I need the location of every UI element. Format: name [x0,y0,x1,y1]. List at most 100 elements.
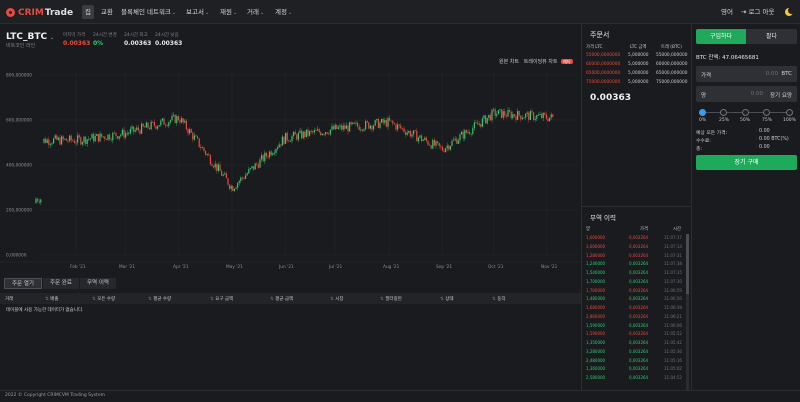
candle-down [494,109,496,116]
chevron-down-icon: ⌄ [171,10,177,16]
footer [0,390,800,402]
candle-up [261,155,263,160]
slider-knob-100[interactable] [786,109,793,116]
tab-open-orders[interactable]: 주문 열기 [4,278,42,289]
amount-unit: 장기 요양 [770,93,792,99]
trade-cell-time: 11:06:50 [664,296,682,302]
trade-cell-price: 0,003264 [629,322,649,328]
submit-buy-button[interactable]: 장기 구매 [696,155,797,170]
candle-down [368,122,370,129]
candle-down [185,120,187,130]
col-header-avg-amount[interactable]: ⇅ 평균 금액 [270,296,293,302]
nav-item-exchange[interactable]: 교환 [98,5,116,19]
col-header-filtered[interactable]: ⇅ 필터링된 [380,296,402,302]
price-field[interactable]: 가격 0.00 BTC [696,66,797,82]
brand-logo[interactable]: CRIM Trade [6,6,73,19]
orderbook-cell-price[interactable]: 55000,0000000 [586,53,620,62]
nav-item-trade[interactable]: 거래⌄ [244,5,267,19]
slider-knob-50[interactable] [742,109,749,116]
candle-down [323,133,325,135]
candle-down [515,116,517,120]
col-header-issued[interactable]: ⇅ 배출 [45,296,58,302]
candle-up [360,129,362,131]
candle-down [425,137,427,141]
candle-down [377,118,379,128]
price-chart[interactable]: 800,000000 600,000000 400,000000 200,000000… [0,52,581,274]
candle-down [187,129,189,134]
tab-trade-history[interactable]: 무역 이력 [80,278,116,289]
candle-down [267,156,269,158]
trade-cell-time: 11:05:52 [664,331,682,337]
col-header-action[interactable]: ⇅ 동작 [492,296,505,302]
candle-down [390,120,392,122]
stat-label-24h-high: 24시간 최고 [124,33,148,38]
amount-input[interactable]: 0.00 [751,91,763,97]
logout-button[interactable]: ⇥ 로그 아웃 [738,5,778,19]
candle-down [123,129,125,138]
candle-down [416,130,418,142]
candle-up [112,132,114,141]
candle-down [253,166,255,170]
trade-cell-price: 0,003264 [629,331,649,337]
col-header-all-qty[interactable]: ⇅ 모든 수량 [92,296,115,302]
candle-down [328,133,330,135]
nav-item-label: 집 [85,8,91,16]
amount-field[interactable]: 양 0.00 장기 요양 [696,86,797,102]
trade-cell-time: 11:05:02 [664,366,682,372]
col-header-market[interactable]: ⇅ 시장 [330,296,343,302]
col-header-avg-qty[interactable]: ⇅ 평균 수량 [148,296,171,302]
candle-up [507,110,509,117]
trade-history-scroll-thumb[interactable] [686,234,689,294]
moon-icon[interactable] [785,7,795,16]
y-tick-label: 200,000000 [6,208,32,214]
trade-col-qty: 양 [586,227,590,232]
candle-up [49,144,51,145]
orderbook-cell-total: 60000,000000 [656,62,688,67]
language-selector[interactable]: 영어 [718,5,736,19]
candle-up [493,109,495,111]
candle-down [409,131,411,137]
trade-cell-price: 0,003264 [629,357,649,363]
candle-up [408,131,410,133]
tab-completed-orders[interactable]: 주문 완료 [43,278,79,289]
price-input[interactable]: 0.00 [766,71,778,77]
candle-down [393,123,395,125]
candle-up [369,125,371,129]
candle-up [272,153,274,156]
candle-up [273,152,275,154]
candle-down [182,118,184,123]
orderbook-cell-price[interactable]: 65000,0000000 [586,71,620,80]
candle-up [365,121,367,130]
slider-knob-25[interactable] [720,109,727,116]
candle-up [331,126,333,130]
trade-cell-qty: 1,590000 [586,331,606,337]
slider-knob-0[interactable] [699,109,706,116]
candle-down [213,166,215,168]
nav-item-account[interactable]: 계정⌄ [272,5,295,19]
col-header-trade[interactable]: 거래 [5,296,13,302]
nav-item-blockchain-network[interactable]: 블록체인 네트워크⌄ [118,5,179,19]
candle-down [320,132,322,136]
orderbook-cell-price[interactable]: 75000,0000000 [586,80,620,89]
stat-label-24h-change: 24시간 변경 [93,33,117,38]
logout-label: 로그 아웃 [748,8,775,16]
slider-knob-75[interactable] [763,109,770,116]
trade-cell-price: 0,003264 [629,296,649,302]
trade-cell-qty: 2,860000 [586,313,606,319]
nav-item-reports[interactable]: 보고서⌄ [183,5,212,19]
sell-tab[interactable]: 팔다 [746,29,797,44]
candle-up [297,132,299,140]
candle-up [57,137,59,140]
buy-tab[interactable]: 구입하다 [696,29,746,44]
candle-down [385,120,387,127]
orderbook-cell-price[interactable]: 60000,0000000 [586,62,620,71]
nav-item-funds[interactable]: 재원⌄ [217,5,240,19]
pair-selector[interactable]: LTC_BTC ⌄ [6,32,54,42]
summary-label-fee: 수수료: [696,139,711,144]
col-header-status[interactable]: ⇅ 상태 [440,296,453,302]
candle-up [120,134,122,137]
nav-item-home[interactable]: 집 [82,5,94,19]
stat-value-24h-low: 0.00363 [155,40,183,47]
candle-down [350,122,352,125]
col-header-required-amount[interactable]: ⇅ 요구 금액 [210,296,233,302]
